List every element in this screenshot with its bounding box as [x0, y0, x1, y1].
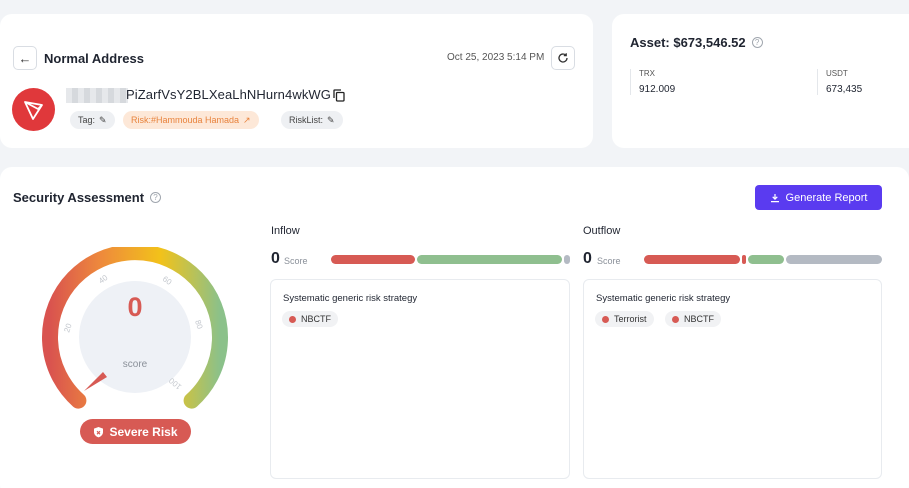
- address-text: PiZarfVsY2BLXeaLhNHurn4wkWG: [126, 87, 331, 102]
- address-redacted: [66, 88, 128, 103]
- help-icon[interactable]: ?: [751, 37, 763, 48]
- tag-chip[interactable]: Tag: ✎: [70, 111, 115, 129]
- section-title: Security Assessment ?: [13, 190, 162, 205]
- shield-icon: [94, 426, 104, 437]
- gauge-tick: 20: [62, 322, 73, 334]
- gauge-tick: 60: [161, 274, 174, 287]
- outflow-tag-label: Terrorist: [614, 314, 647, 324]
- outflow-label: Outflow: [583, 225, 621, 237]
- inflow-panel-title: Systematic generic risk strategy: [283, 293, 418, 304]
- risk-label: Risk:#Hammouda Hamada: [131, 115, 240, 125]
- asset-total: Asset: $673,546.52: [630, 35, 746, 50]
- inflow-bar-other: [564, 255, 570, 264]
- inflow-score: 0: [271, 250, 280, 267]
- outflow-score: 0: [583, 250, 592, 267]
- inflow-bar-risk: [331, 255, 415, 264]
- inflow-tag[interactable]: NBCTF: [282, 311, 338, 327]
- security-card: Security Assessment ? Generate Report 20…: [0, 167, 909, 488]
- external-link-icon: ↗: [243, 114, 251, 125]
- asset-symbol: USDT: [826, 69, 848, 78]
- gauge-tick: 40: [97, 273, 110, 286]
- outflow-distribution-bar: [644, 255, 882, 264]
- asset-amount: 673,435: [826, 84, 863, 95]
- outflow-panel-title: Systematic generic risk strategy: [596, 293, 731, 304]
- outflow-tag[interactable]: Terrorist: [595, 311, 654, 327]
- outflow-score-label: Score: [597, 256, 621, 266]
- download-icon: [770, 193, 779, 202]
- asset-card: Asset: $673,546.52 ? TRX 912.009 USDT 67…: [612, 14, 909, 148]
- security-title: Security Assessment: [13, 190, 145, 205]
- tron-logo-icon: [12, 88, 55, 131]
- asset-title: Asset: $673,546.52 ?: [630, 35, 763, 50]
- gauge-score-label: score: [122, 359, 148, 370]
- help-icon[interactable]: ?: [150, 192, 162, 203]
- asset-item-usdt: USDT 673,435: [817, 69, 862, 95]
- risk-dot-icon: [602, 315, 609, 323]
- inflow-bar-safe: [417, 255, 562, 264]
- severe-risk-label: Severe Risk: [109, 424, 178, 439]
- inflow-label: Inflow: [271, 225, 300, 237]
- inflow-panel: Systematic generic risk strategy NBCTF: [270, 279, 570, 479]
- asset-item-trx: TRX 912.009: [630, 69, 675, 95]
- outflow-tag[interactable]: NBCTF: [665, 311, 721, 327]
- gauge-score: 0: [127, 292, 143, 322]
- asset-amount: 912.009: [639, 84, 676, 95]
- refresh-icon: [558, 53, 568, 63]
- severe-risk-badge: Severe Risk: [80, 419, 191, 444]
- timestamp: Oct 25, 2023 5:14 PM: [447, 52, 545, 63]
- asset-symbol: TRX: [639, 69, 655, 78]
- risk-dot-icon: [289, 315, 296, 323]
- tag-label: Tag:: [78, 115, 96, 125]
- copy-icon[interactable]: [333, 89, 345, 102]
- generate-report-label: Generate Report: [785, 191, 868, 204]
- outflow-bar-safe: [748, 255, 784, 264]
- risk-chip[interactable]: Risk:#Hammouda Hamada ↗: [123, 111, 259, 129]
- arrow-left-icon: ←: [18, 50, 32, 66]
- inflow-tag-label: NBCTF: [301, 314, 331, 324]
- address-card: ← Normal Address Oct 25, 2023 5:14 PM Pi…: [0, 14, 593, 148]
- risk-dot-icon: [672, 315, 679, 323]
- inflow-distribution-bar: [331, 255, 570, 264]
- outflow-tag-label: NBCTF: [684, 314, 714, 324]
- outflow-bar-risk-small: [742, 255, 746, 264]
- outflow-panel: Systematic generic risk strategy Terrori…: [583, 279, 882, 479]
- risk-gauge: 20 40 60 80 100: [42, 247, 228, 409]
- page-title: Normal Address: [44, 51, 144, 66]
- generate-report-button[interactable]: Generate Report: [755, 185, 882, 210]
- gauge-tick: 80: [193, 319, 204, 331]
- edit-icon: ✎: [327, 114, 335, 125]
- outflow-bar-other: [786, 255, 882, 264]
- outflow-bar-risk: [644, 255, 740, 264]
- refresh-button[interactable]: [551, 46, 575, 70]
- edit-icon: ✎: [99, 114, 107, 125]
- risklist-chip[interactable]: RiskList: ✎: [281, 111, 343, 129]
- back-button[interactable]: ←: [13, 46, 37, 70]
- risklist-label: RiskList:: [289, 115, 324, 125]
- inflow-score-label: Score: [284, 256, 308, 266]
